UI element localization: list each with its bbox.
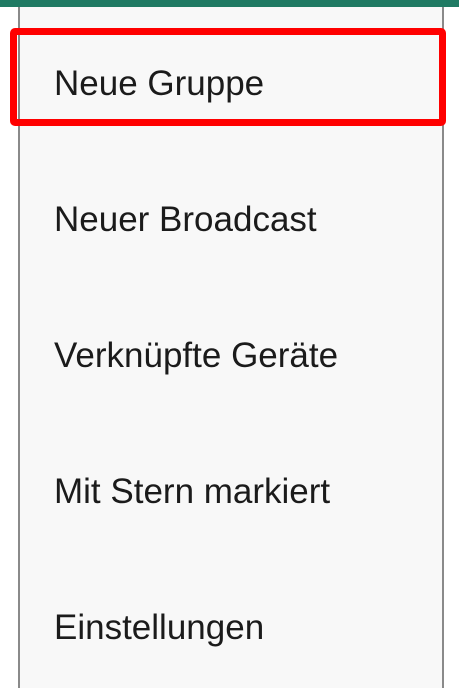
menu-item-linked-devices[interactable]: Verknüpfte Geräte xyxy=(20,301,442,411)
menu-item-starred[interactable]: Mit Stern markiert xyxy=(20,437,442,547)
menu-item-label: Neuer Broadcast xyxy=(54,200,317,239)
menu-item-label: Verknüpfte Geräte xyxy=(54,336,339,375)
menu-item-label: Mit Stern markiert xyxy=(54,472,331,511)
overflow-menu: Neue Gruppe Neuer Broadcast Verknüpfte G… xyxy=(18,7,444,688)
app-bar-strip xyxy=(0,0,459,7)
menu-item-label: Neue Gruppe xyxy=(54,64,265,103)
menu-item-label: Einstellungen xyxy=(54,608,265,647)
menu-item-new-group[interactable]: Neue Gruppe xyxy=(20,29,442,139)
menu-item-settings[interactable]: Einstellungen xyxy=(20,573,442,683)
menu-item-new-broadcast[interactable]: Neuer Broadcast xyxy=(20,165,442,275)
screen: Neue Gruppe Neuer Broadcast Verknüpfte G… xyxy=(0,0,459,688)
